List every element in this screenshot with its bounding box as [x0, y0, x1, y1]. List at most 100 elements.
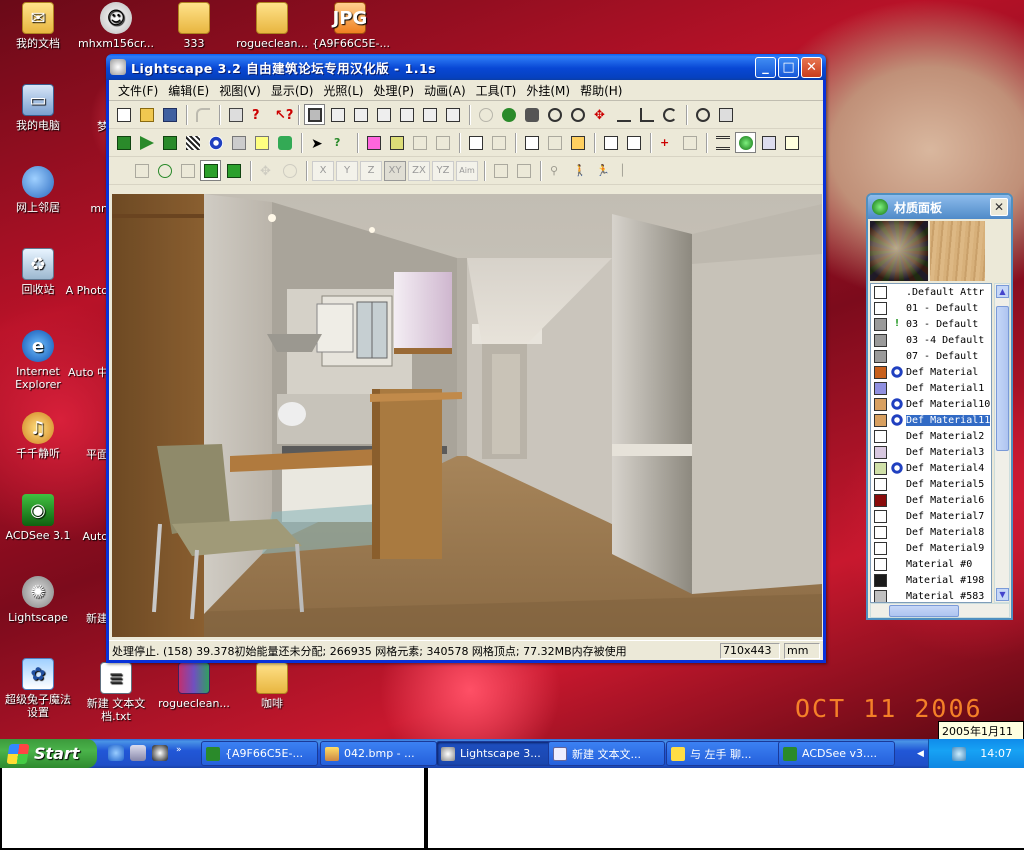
list-item[interactable]: Def Material5: [871, 476, 991, 492]
dolly-button[interactable]: [613, 104, 634, 125]
mode-edge-button[interactable]: [136, 132, 157, 153]
desktop-icon-jpg[interactable]: JPG {A9F66C5E-...: [312, 2, 390, 50]
move-button[interactable]: [521, 132, 542, 153]
list-item[interactable]: Def Material9: [871, 540, 991, 556]
mode-texture-button[interactable]: [228, 132, 249, 153]
pan-button[interactable]: ✥: [590, 104, 611, 125]
material-panel-titlebar[interactable]: 材质面板 ✕: [868, 195, 1011, 219]
menu-light[interactable]: 光照(L): [318, 82, 368, 99]
menu-animation[interactable]: 动画(A): [419, 82, 471, 99]
desktop-icon-folder-333[interactable]: 333: [156, 2, 232, 50]
desktop-icon-internet-explorer[interactable]: e Internet Explorer: [0, 330, 76, 391]
move-axis-button[interactable]: ✥: [256, 160, 277, 181]
list-item[interactable]: 07 - Default: [871, 348, 991, 364]
save-button[interactable]: [159, 104, 180, 125]
blocks-panel-button[interactable]: [758, 132, 779, 153]
task-button-chat[interactable]: 与 左手 聊...: [666, 741, 783, 766]
axis-z-button[interactable]: Z: [360, 160, 382, 181]
scrollbar-thumb[interactable]: [996, 306, 1009, 451]
list-item[interactable]: Def Material1: [871, 380, 991, 396]
list-item[interactable]: Def Material4: [871, 460, 991, 476]
list-item[interactable]: Material #0: [871, 556, 991, 572]
desktop-icon-coffee[interactable]: 咖啡: [234, 662, 310, 710]
list-item[interactable]: 01 - Default: [871, 300, 991, 316]
select-layer-button[interactable]: [432, 132, 453, 153]
align-button[interactable]: [490, 160, 511, 181]
zoom-extents-button[interactable]: [715, 104, 736, 125]
context-help-button[interactable]: ↖?: [271, 104, 293, 125]
lights-panel-button[interactable]: [781, 132, 802, 153]
network-tray-icon[interactable]: [952, 746, 967, 761]
rotate-axis-button[interactable]: [279, 160, 300, 181]
desktop-icon-rabbit[interactable]: ✿ 超级兔子魔法设置: [0, 658, 76, 719]
zoom-in-button[interactable]: [544, 104, 565, 125]
walk-button[interactable]: [636, 104, 657, 125]
zoom-window-button[interactable]: [692, 104, 713, 125]
view-bottom-button[interactable]: [442, 104, 463, 125]
hidden-line-button[interactable]: [177, 160, 198, 181]
desktop-icon-new-text-doc[interactable]: ≡ 新建 文本文档.txt: [78, 662, 154, 723]
material-list[interactable]: .Default Attr 01 - Default ! 03 - Default…: [870, 283, 992, 603]
add-light-button[interactable]: +: [656, 132, 677, 153]
help-button[interactable]: ?: [248, 104, 269, 125]
desktop-icon-my-documents[interactable]: ✉ 我的文档: [0, 2, 76, 50]
properties-button[interactable]: [600, 132, 621, 153]
list-item[interactable]: Def Material2: [871, 428, 991, 444]
window-titlebar[interactable]: Lightscape 3.2 自由建筑论坛专用汉化版 - 1.1s _ □ ✕: [106, 54, 826, 80]
light-tool-button[interactable]: [475, 104, 496, 125]
list-item[interactable]: Def Material: [871, 364, 991, 380]
view-top-button[interactable]: [419, 104, 440, 125]
list-item[interactable]: Material #583: [871, 588, 991, 602]
wireframe-button[interactable]: [131, 160, 152, 181]
axis-y-button[interactable]: Y: [336, 160, 358, 181]
clock[interactable]: 14:07: [980, 747, 1012, 760]
mode-shaded-button[interactable]: [251, 132, 272, 153]
axis-aim-button[interactable]: Aim: [456, 160, 478, 181]
maximize-button[interactable]: □: [778, 57, 799, 78]
solid-shade-button[interactable]: [200, 160, 221, 181]
desktop-icon-col2-2[interactable]: mn: [62, 202, 108, 215]
new-file-button[interactable]: [113, 104, 134, 125]
list-item[interactable]: Def Material6: [871, 492, 991, 508]
view-3d-button[interactable]: [304, 104, 325, 125]
view-right-button[interactable]: [396, 104, 417, 125]
paste-button[interactable]: [488, 132, 509, 153]
filter-button[interactable]: [623, 132, 644, 153]
list-item[interactable]: Def Material10: [871, 396, 991, 412]
menu-file[interactable]: 文件(F): [113, 82, 163, 99]
select-button[interactable]: ➤: [307, 132, 328, 153]
desktop-quicklaunch-icon[interactable]: [130, 745, 146, 761]
wire-sphere-button[interactable]: [154, 160, 175, 181]
stand-mode-button[interactable]: │: [615, 160, 636, 181]
axis-zx-button[interactable]: ZX: [408, 160, 430, 181]
material-list-vertical-scrollbar[interactable]: ▲ ▼: [994, 283, 1010, 603]
select-object-button[interactable]: [386, 132, 407, 153]
view-front-button[interactable]: [327, 104, 348, 125]
zoom-out-button[interactable]: [567, 104, 588, 125]
copy-button[interactable]: [465, 132, 486, 153]
menu-display[interactable]: 显示(D): [266, 82, 319, 99]
desktop-icon-col2-7[interactable]: 新建: [62, 612, 108, 625]
scrollbar-thumb[interactable]: [889, 605, 959, 617]
open-file-button[interactable]: [136, 104, 157, 125]
walk-mode-button[interactable]: 🚶: [569, 160, 590, 181]
orbit-button[interactable]: [659, 104, 680, 125]
menu-process[interactable]: 处理(P): [368, 82, 419, 99]
list-item[interactable]: Def Material7: [871, 508, 991, 524]
menu-tools[interactable]: 工具(T): [471, 82, 522, 99]
smooth-shade-button[interactable]: [223, 160, 244, 181]
scroll-down-arrow-icon[interactable]: ▼: [996, 588, 1009, 601]
menu-view[interactable]: 视图(V): [214, 82, 266, 99]
mode-render-button[interactable]: [274, 132, 295, 153]
rotate-button[interactable]: [544, 132, 565, 153]
desktop-icon-col2-1[interactable]: 梦: [62, 120, 108, 133]
undo-button[interactable]: [192, 104, 213, 125]
list-item[interactable]: Def Material8: [871, 524, 991, 540]
task-button-acdsee[interactable]: ACDSee v3....: [778, 741, 895, 766]
menu-plugins[interactable]: 外挂(M): [521, 82, 575, 99]
list-item[interactable]: .Default Attr: [871, 284, 991, 300]
task-button-notepad[interactable]: 新建 文本文...: [548, 741, 665, 766]
view-back-button[interactable]: [350, 104, 371, 125]
scroll-up-arrow-icon[interactable]: ▲: [996, 285, 1009, 298]
qq-quicklaunch-icon[interactable]: [152, 745, 168, 761]
